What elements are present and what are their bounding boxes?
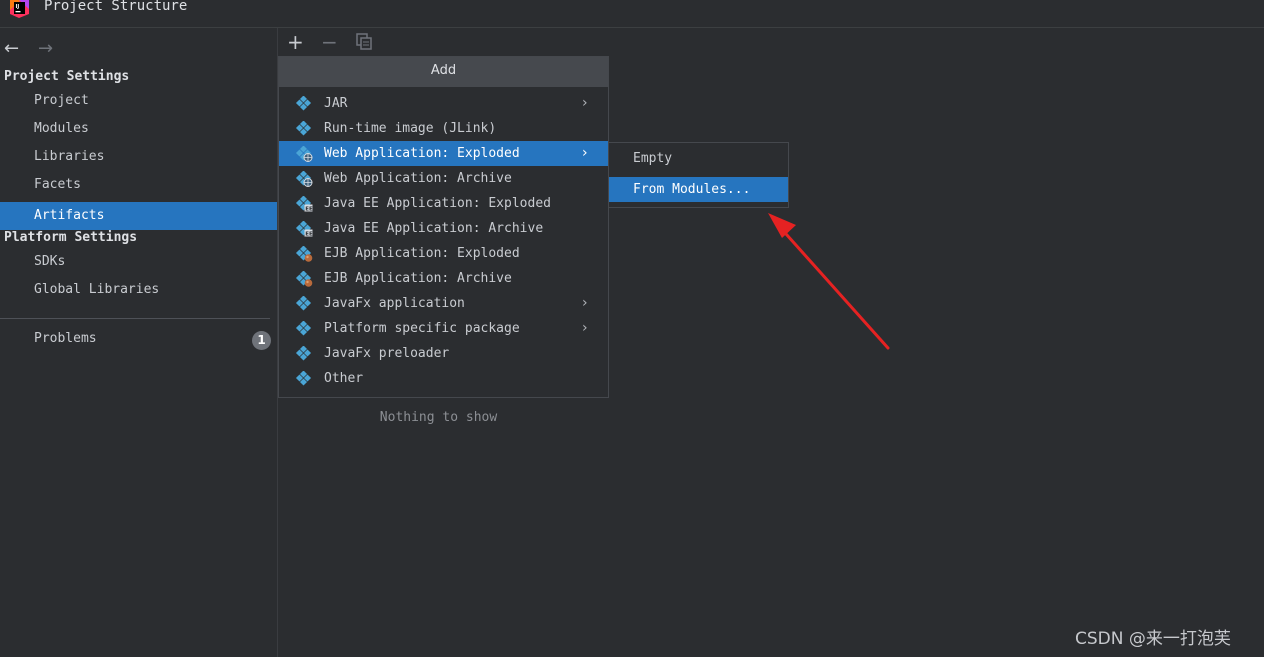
menu-item-label: Platform specific package	[324, 321, 520, 336]
add-artifact-popup: Add JAR › Run-time image (JLink) Web Applic…	[278, 56, 609, 398]
sidebar-item-label: Project	[34, 93, 89, 108]
sidebar-item-artifacts[interactable]: Artifacts	[0, 202, 277, 230]
menu-item-javafx-preloader[interactable]: JavaFx preloader	[279, 341, 608, 366]
submenu-item-empty[interactable]: Empty	[609, 146, 788, 171]
svg-text:IJ: IJ	[16, 4, 20, 10]
artifact-icon	[295, 95, 313, 112]
problems-count-badge: 1	[252, 331, 271, 350]
chevron-right-icon: ›	[582, 145, 588, 161]
menu-item-label: JavaFx application	[324, 296, 465, 311]
menu-item-ejb-application-archive[interactable]: EJB Application: Archive	[279, 266, 608, 291]
details-panel	[601, 28, 1264, 657]
sidebar-item-libraries[interactable]: Libraries	[0, 143, 277, 171]
sidebar-item-sdks[interactable]: SDKs	[0, 248, 277, 276]
menu-item-jar[interactable]: JAR ›	[279, 91, 608, 116]
watermark: CSDN @来一打泡芙	[1075, 629, 1231, 649]
annotation-arrow	[768, 213, 890, 350]
menu-item-web-application-exploded[interactable]: Web Application: Exploded ›	[279, 141, 608, 166]
menu-item-javafx-application[interactable]: JavaFx application ›	[279, 291, 608, 316]
artifact-icon	[295, 345, 313, 362]
artifact-icon	[295, 120, 313, 137]
menu-item-label: JAR	[324, 96, 348, 111]
menu-item-label: JavaFx preloader	[324, 346, 450, 361]
submenu-item-label: From Modules...	[633, 182, 751, 197]
menu-item-label: Web Application: Archive	[324, 171, 512, 186]
chevron-right-icon: ›	[582, 295, 588, 311]
menu-item-label: EJB Application: Exploded	[324, 246, 520, 261]
sidebar-item-global-libraries[interactable]: Global Libraries	[0, 276, 277, 304]
chevron-right-icon: ›	[582, 320, 588, 336]
sidebar-item-label: Modules	[34, 121, 89, 136]
arrow-left-icon[interactable]: ←	[4, 38, 19, 59]
platform-settings-header: Platform Settings	[4, 230, 138, 245]
project-settings-header: Project Settings	[4, 69, 130, 84]
menu-item-other[interactable]: Other	[279, 366, 608, 391]
web-application-submenu: Empty From Modules...	[608, 142, 789, 208]
artifact-icon	[295, 295, 313, 312]
javaee-artifact-icon: EE	[295, 220, 313, 238]
web-artifact-icon	[295, 145, 313, 162]
sidebar-item-facets[interactable]: Facets	[0, 171, 277, 199]
svg-text:EE: EE	[305, 207, 313, 213]
menu-item-platform-specific-package[interactable]: Platform specific package ›	[279, 316, 608, 341]
sidebar-item-project[interactable]: Project	[0, 87, 277, 115]
menu-item-java-ee-application-archive[interactable]: EE Java EE Application: Archive	[279, 216, 608, 241]
arrow-right-icon[interactable]: →	[38, 38, 53, 59]
web-artifact-icon	[295, 170, 313, 187]
menu-item-ejb-application-exploded[interactable]: EJB Application: Exploded	[279, 241, 608, 266]
menu-item-run-time-image-jlink[interactable]: Run-time image (JLink)	[279, 116, 608, 141]
ejb-artifact-icon	[295, 270, 313, 287]
menu-item-java-ee-application-exploded[interactable]: EE Java EE Application: Exploded	[279, 191, 608, 216]
menu-item-label: Java EE Application: Exploded	[324, 196, 551, 211]
menu-item-label: Run-time image (JLink)	[324, 121, 497, 136]
menu-item-label: EJB Application: Archive	[324, 271, 512, 286]
sidebar-item-label: Problems	[34, 331, 97, 346]
javaee-artifact-icon: EE	[295, 195, 313, 213]
plus-icon[interactable]: +	[287, 30, 304, 54]
window-title: Project Structure	[44, 0, 188, 14]
sidebar-item-label: SDKs	[34, 254, 66, 269]
sidebar-item-label: Libraries	[34, 149, 105, 164]
artifact-icon	[295, 320, 313, 337]
artifact-icon	[295, 370, 313, 387]
minus-icon[interactable]: −	[321, 30, 338, 54]
submenu-item-from-modules[interactable]: From Modules...	[609, 177, 788, 202]
ejb-artifact-icon	[295, 245, 313, 262]
empty-list-text: Nothing to show	[379, 410, 498, 425]
sidebar-item-label: Global Libraries	[34, 282, 160, 297]
menu-item-label: Other	[324, 371, 364, 386]
sidebar-item-label: Facets	[34, 177, 81, 192]
menu-item-label: Java EE Application: Archive	[324, 221, 544, 236]
sidebar-item-label: Artifacts	[34, 208, 105, 223]
chevron-right-icon: ›	[582, 95, 588, 111]
intellij-idea-icon: IJ	[10, 0, 29, 18]
menu-item-label: Web Application: Exploded	[324, 146, 520, 161]
divider	[0, 318, 270, 319]
svg-text:EE: EE	[305, 232, 313, 238]
sidebar-item-problems[interactable]: Problems	[0, 325, 277, 353]
title-bar: IJ Project Structure	[0, 0, 1264, 28]
popup-title: Add	[279, 57, 608, 87]
submenu-item-label: Empty	[633, 151, 673, 166]
copy-icon[interactable]	[356, 33, 372, 50]
menu-item-web-application-archive[interactable]: Web Application: Archive	[279, 166, 608, 191]
sidebar-item-modules[interactable]: Modules	[0, 115, 277, 143]
